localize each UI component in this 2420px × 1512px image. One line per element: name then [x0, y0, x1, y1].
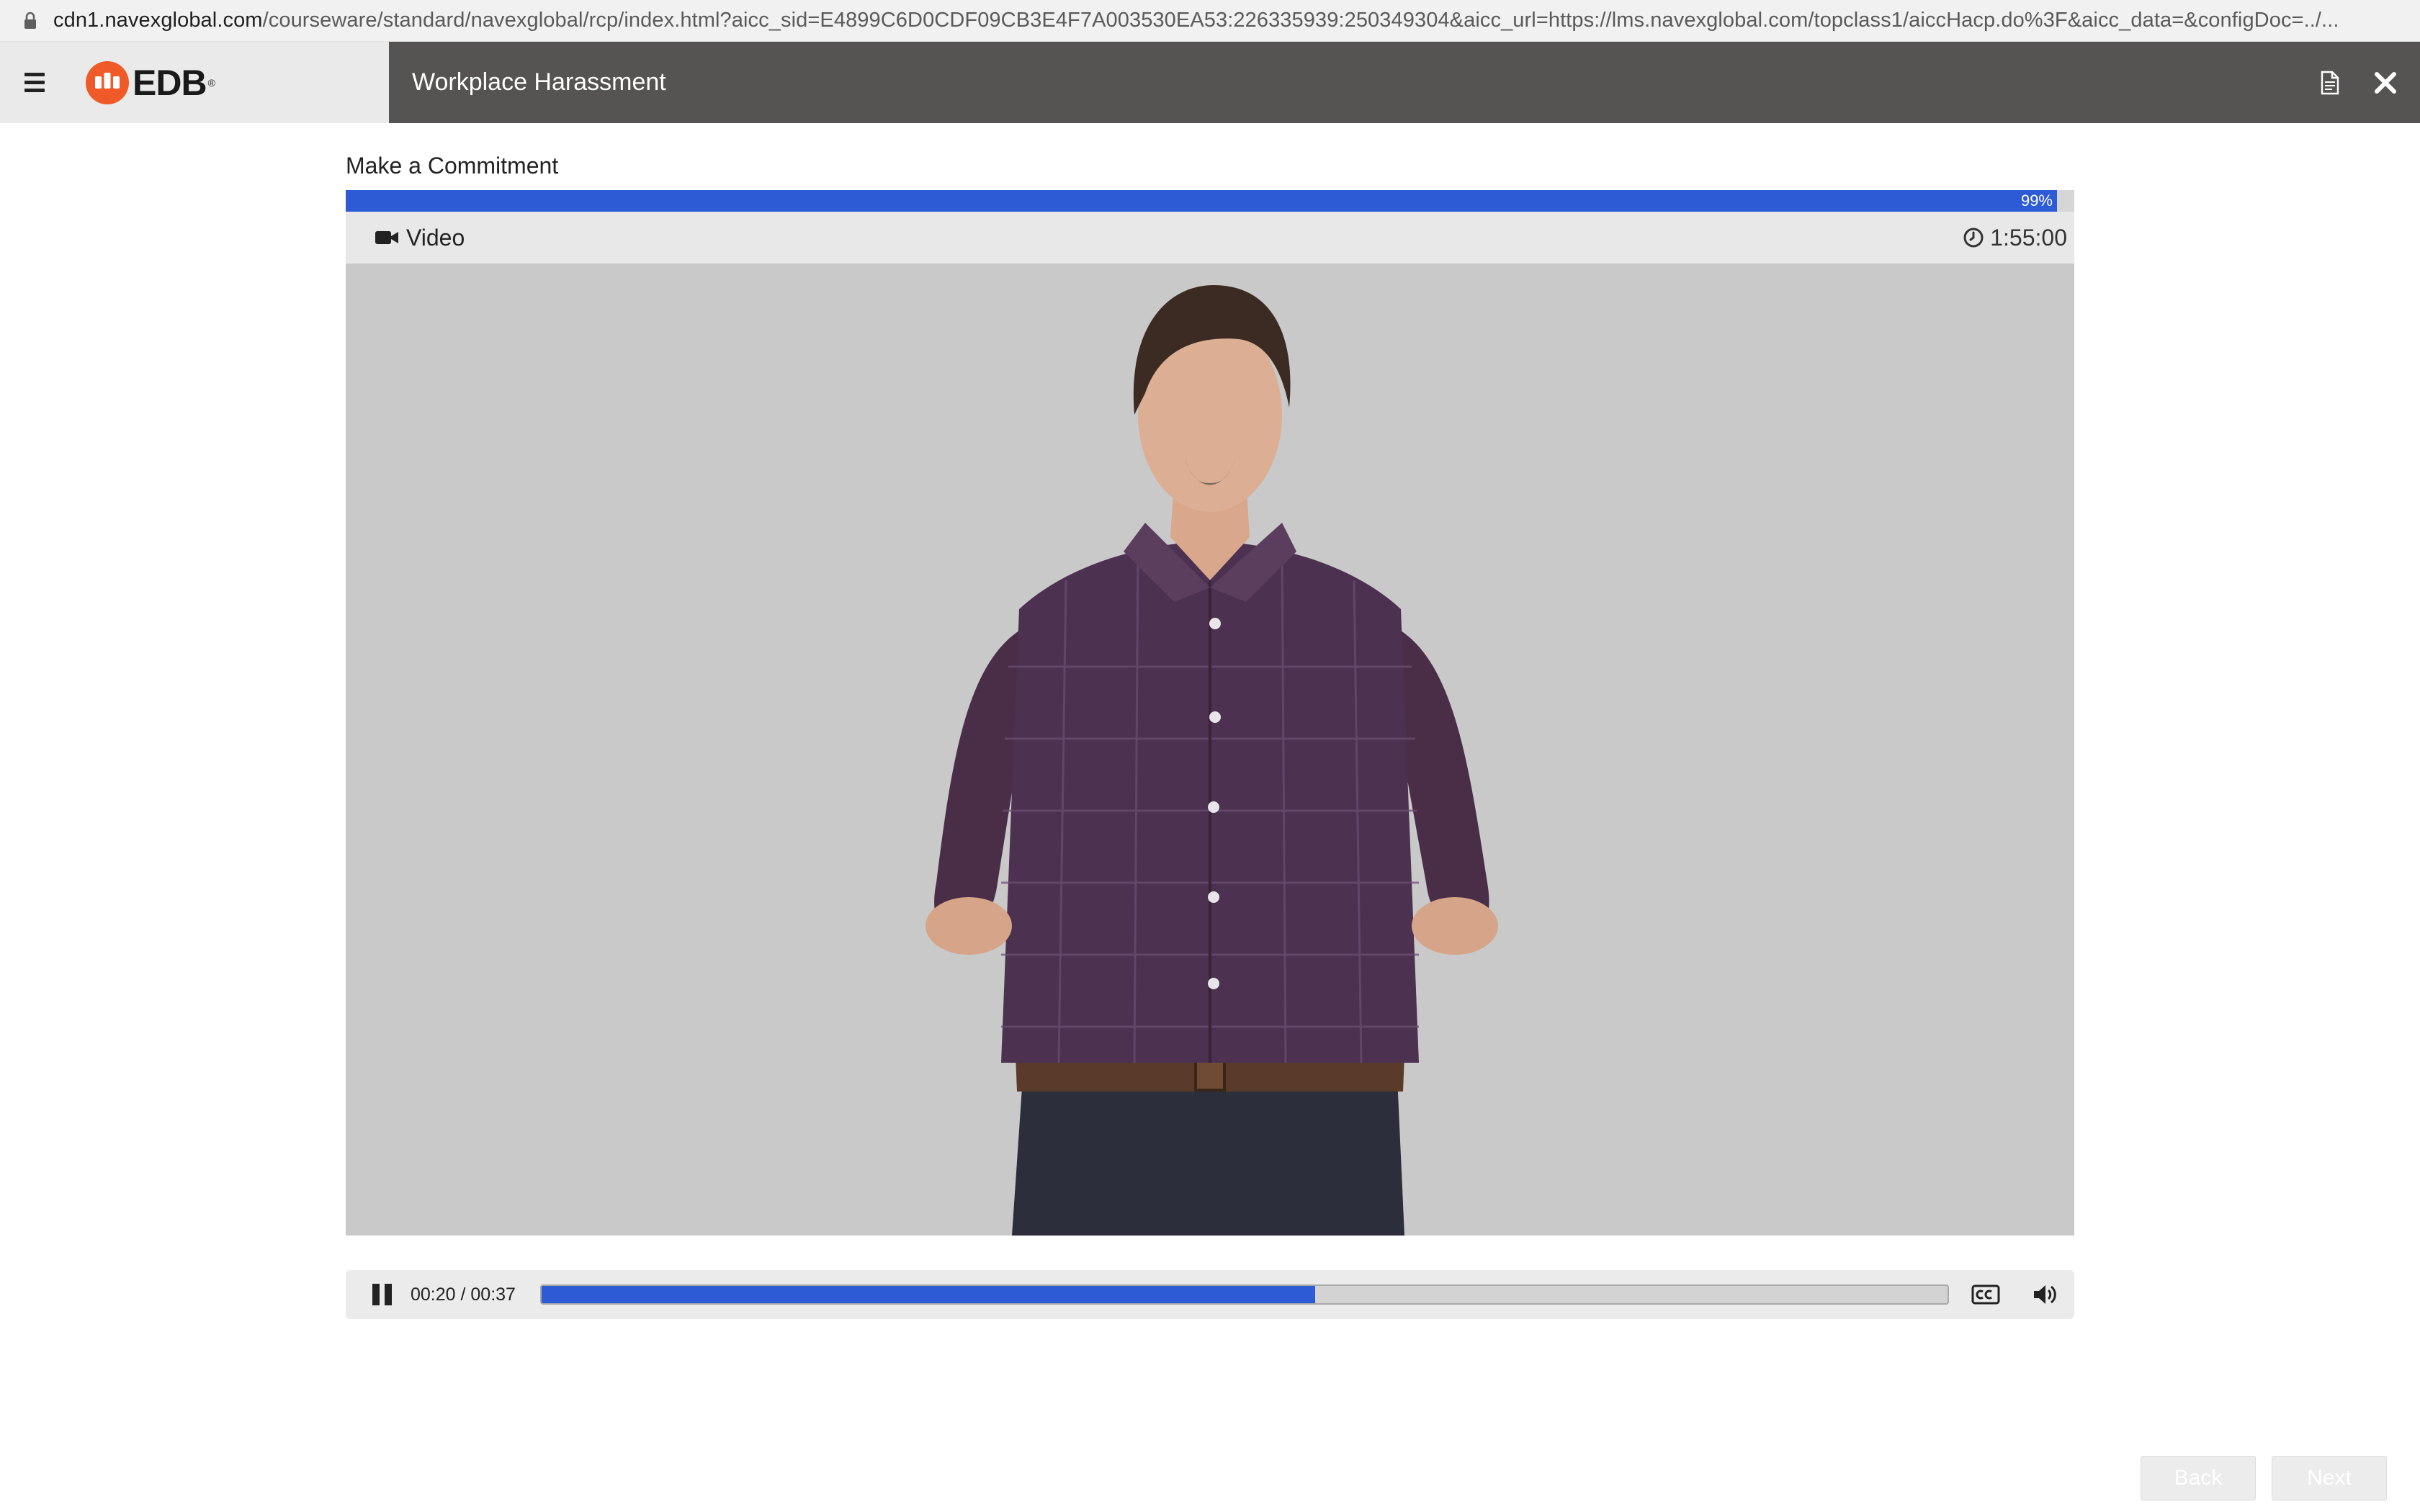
pause-icon[interactable]: [367, 1280, 396, 1309]
closed-captions-icon[interactable]: [1971, 1282, 2001, 1307]
close-icon[interactable]: [2370, 67, 2401, 99]
volume-icon[interactable]: [2030, 1280, 2058, 1309]
url-host: cdn1.navexglobal.com: [53, 9, 263, 32]
url-path: /courseware/standard/navexglobal/rcp/ind…: [262, 9, 2339, 32]
media-header: Video 1:55:00: [346, 212, 2074, 264]
video-player[interactable]: [346, 264, 2074, 1236]
course-title: Workplace Harassment: [412, 68, 666, 96]
course-title-bar: Workplace Harassment: [389, 42, 2420, 123]
presenter-video-frame: [346, 264, 2074, 1236]
address-url[interactable]: cdn1.navexglobal.com/courseware/standard…: [53, 9, 2420, 32]
video-controls: 00:20 / 00:37: [346, 1270, 2074, 1319]
next-button[interactable]: Next: [2272, 1456, 2387, 1500]
lock-icon: [24, 12, 36, 29]
course-progress-bar: 99%: [346, 190, 2074, 212]
playback-time: 00:20 / 00:37: [411, 1284, 516, 1305]
media-type-label: Video: [406, 224, 465, 251]
logo-wordmark: EDB: [133, 62, 207, 103]
course-progress-fill: 99%: [346, 190, 2057, 212]
section-title: Make a Commitment: [346, 153, 559, 179]
edb-logo-mark-icon: [86, 60, 129, 104]
back-button[interactable]: Back: [2141, 1456, 2256, 1500]
app-header: EDB ® Workplace Harassment: [0, 42, 2420, 123]
media-duration-label: 1:55:00: [1990, 224, 2067, 251]
media-duration: 1:55:00: [1963, 225, 2067, 251]
brand-area: EDB ®: [0, 42, 389, 123]
seek-bar-played: [542, 1286, 1315, 1303]
video-camera-icon: [375, 231, 398, 244]
logo-trademark: ®: [207, 76, 215, 89]
transcript-document-icon[interactable]: [2313, 67, 2345, 99]
clock-icon: [1963, 228, 1984, 248]
browser-address-bar[interactable]: cdn1.navexglobal.com/courseware/standard…: [0, 0, 2420, 42]
hamburger-menu-icon[interactable]: [24, 68, 53, 97]
media-type: Video: [375, 225, 465, 251]
company-logo: EDB ®: [85, 60, 215, 105]
course-progress-label: 99%: [2020, 192, 2053, 210]
seek-bar[interactable]: [540, 1284, 1949, 1305]
